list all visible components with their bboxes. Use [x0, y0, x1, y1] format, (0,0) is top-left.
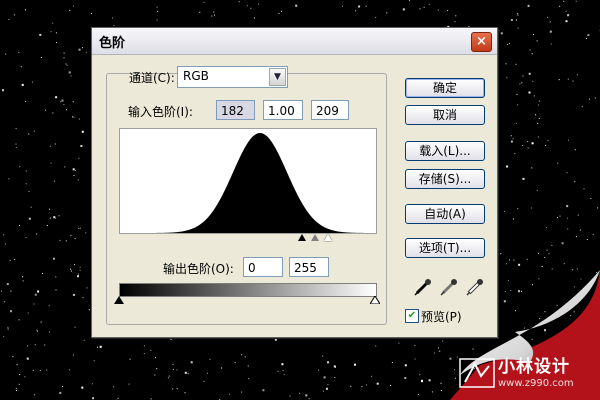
cancel-button[interactable]: 取消 [405, 105, 485, 125]
ok-button[interactable]: 确定 [405, 78, 485, 98]
channel-label: 通道(C): [129, 71, 175, 85]
preview-checkbox[interactable]: ✔ [405, 309, 419, 323]
input-sliders[interactable] [297, 234, 337, 244]
save-button[interactable]: 存储(S)... [405, 169, 485, 189]
gamma-slider[interactable] [311, 234, 319, 241]
brand-url: www.z990.com [498, 378, 574, 389]
output-level-black[interactable]: 0 [243, 257, 283, 277]
auto-button[interactable]: 自动(A) [405, 204, 485, 224]
input-level-black[interactable]: 182 [216, 100, 255, 120]
logo-mark-icon [459, 358, 495, 388]
output-white-slider[interactable] [370, 296, 380, 304]
options-button[interactable]: 选项(T)... [405, 238, 485, 258]
black-point-slider[interactable] [298, 234, 306, 241]
output-gradient-bar [119, 283, 377, 297]
load-button[interactable]: 载入(L)... [405, 141, 485, 161]
histogram [119, 128, 377, 234]
input-levels-label: 输入色阶(I): [128, 105, 193, 119]
brand-logo: 小林设计 www.z990.com [498, 352, 574, 389]
brand-name: 小林设计 [498, 357, 570, 377]
channel-select[interactable]: RGB ▼ [177, 66, 288, 88]
dialog-title: 色阶 [99, 36, 126, 51]
output-black-slider[interactable] [114, 296, 124, 304]
checkmark-icon: ✔ [407, 310, 417, 321]
input-level-white[interactable]: 209 [311, 100, 349, 120]
dropdown-arrow-icon[interactable]: ▼ [269, 68, 286, 86]
close-icon[interactable]: × [471, 32, 492, 52]
channel-value: RGB [183, 69, 209, 83]
title-bar[interactable]: 色阶 × [92, 28, 497, 55]
output-levels-label: 输出色阶(O): [163, 262, 234, 276]
histogram-shape [120, 133, 376, 233]
white-point-slider[interactable] [324, 234, 332, 241]
output-level-white[interactable]: 255 [289, 257, 329, 277]
input-level-gamma[interactable]: 1.00 [263, 100, 303, 120]
